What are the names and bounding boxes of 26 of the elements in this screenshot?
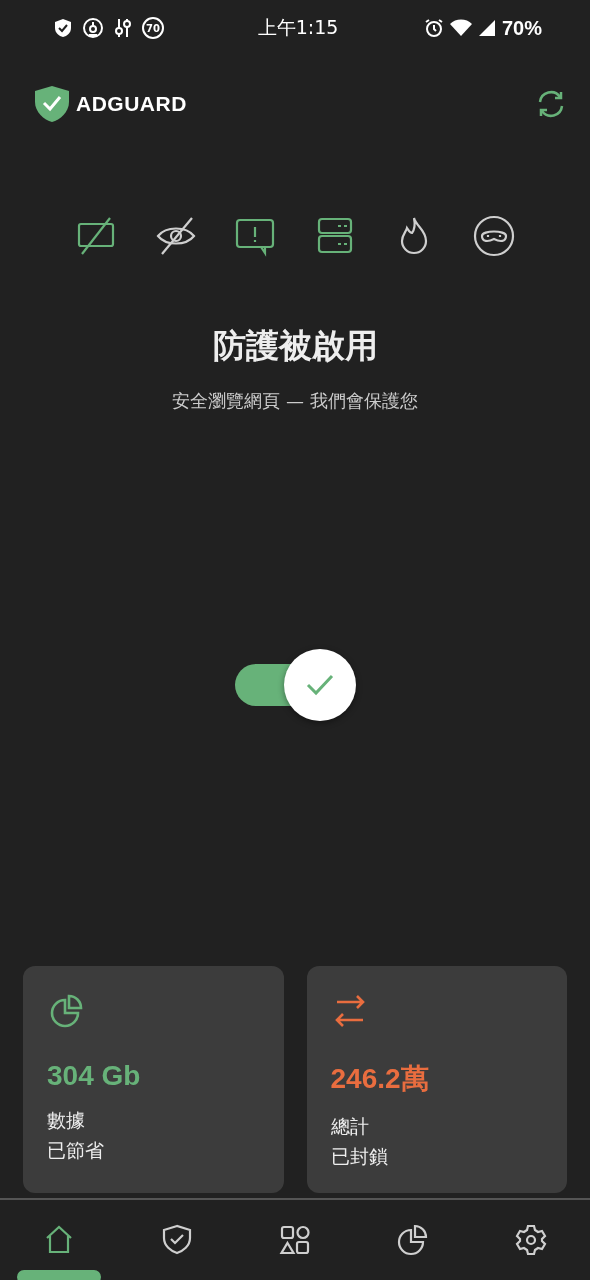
alarm-icon	[424, 18, 444, 38]
stat-card[interactable]: 304 Gb 數據 已節省	[23, 966, 284, 1193]
shield-icon	[54, 18, 72, 38]
protection-toggle[interactable]	[235, 649, 355, 721]
wifi-icon	[450, 19, 472, 37]
signal-icon	[478, 19, 496, 37]
stat-label: 已節省	[47, 1138, 104, 1163]
battery-level: 70%	[502, 16, 542, 40]
check-icon	[306, 674, 334, 696]
stat-label: 總計	[330, 1114, 369, 1139]
refresh-icon[interactable]	[536, 90, 566, 118]
stat-value: 304 Gb	[47, 1060, 141, 1092]
stat-label: 數據	[47, 1108, 85, 1133]
status-subtitle: 安全瀏覽網頁 — 我們會保護您	[171, 389, 419, 413]
clock: 上午1:15	[257, 15, 339, 40]
ninja-mask-icon[interactable]	[471, 214, 516, 258]
shield-check-icon	[34, 85, 70, 123]
logo-text: ADGUARD	[76, 92, 187, 116]
settings-icon	[513, 1222, 549, 1258]
gauge-icon	[82, 17, 104, 39]
sliders-icon	[114, 17, 132, 39]
stat-label: 已封鎖	[330, 1144, 388, 1169]
status-title: 防護被啟用	[211, 325, 379, 367]
stat-value: 246.2萬	[330, 1062, 429, 1096]
stat-card[interactable]: 246.2萬 總計 已封鎖	[306, 966, 567, 1193]
speed-limit-badge: 70	[142, 17, 164, 39]
